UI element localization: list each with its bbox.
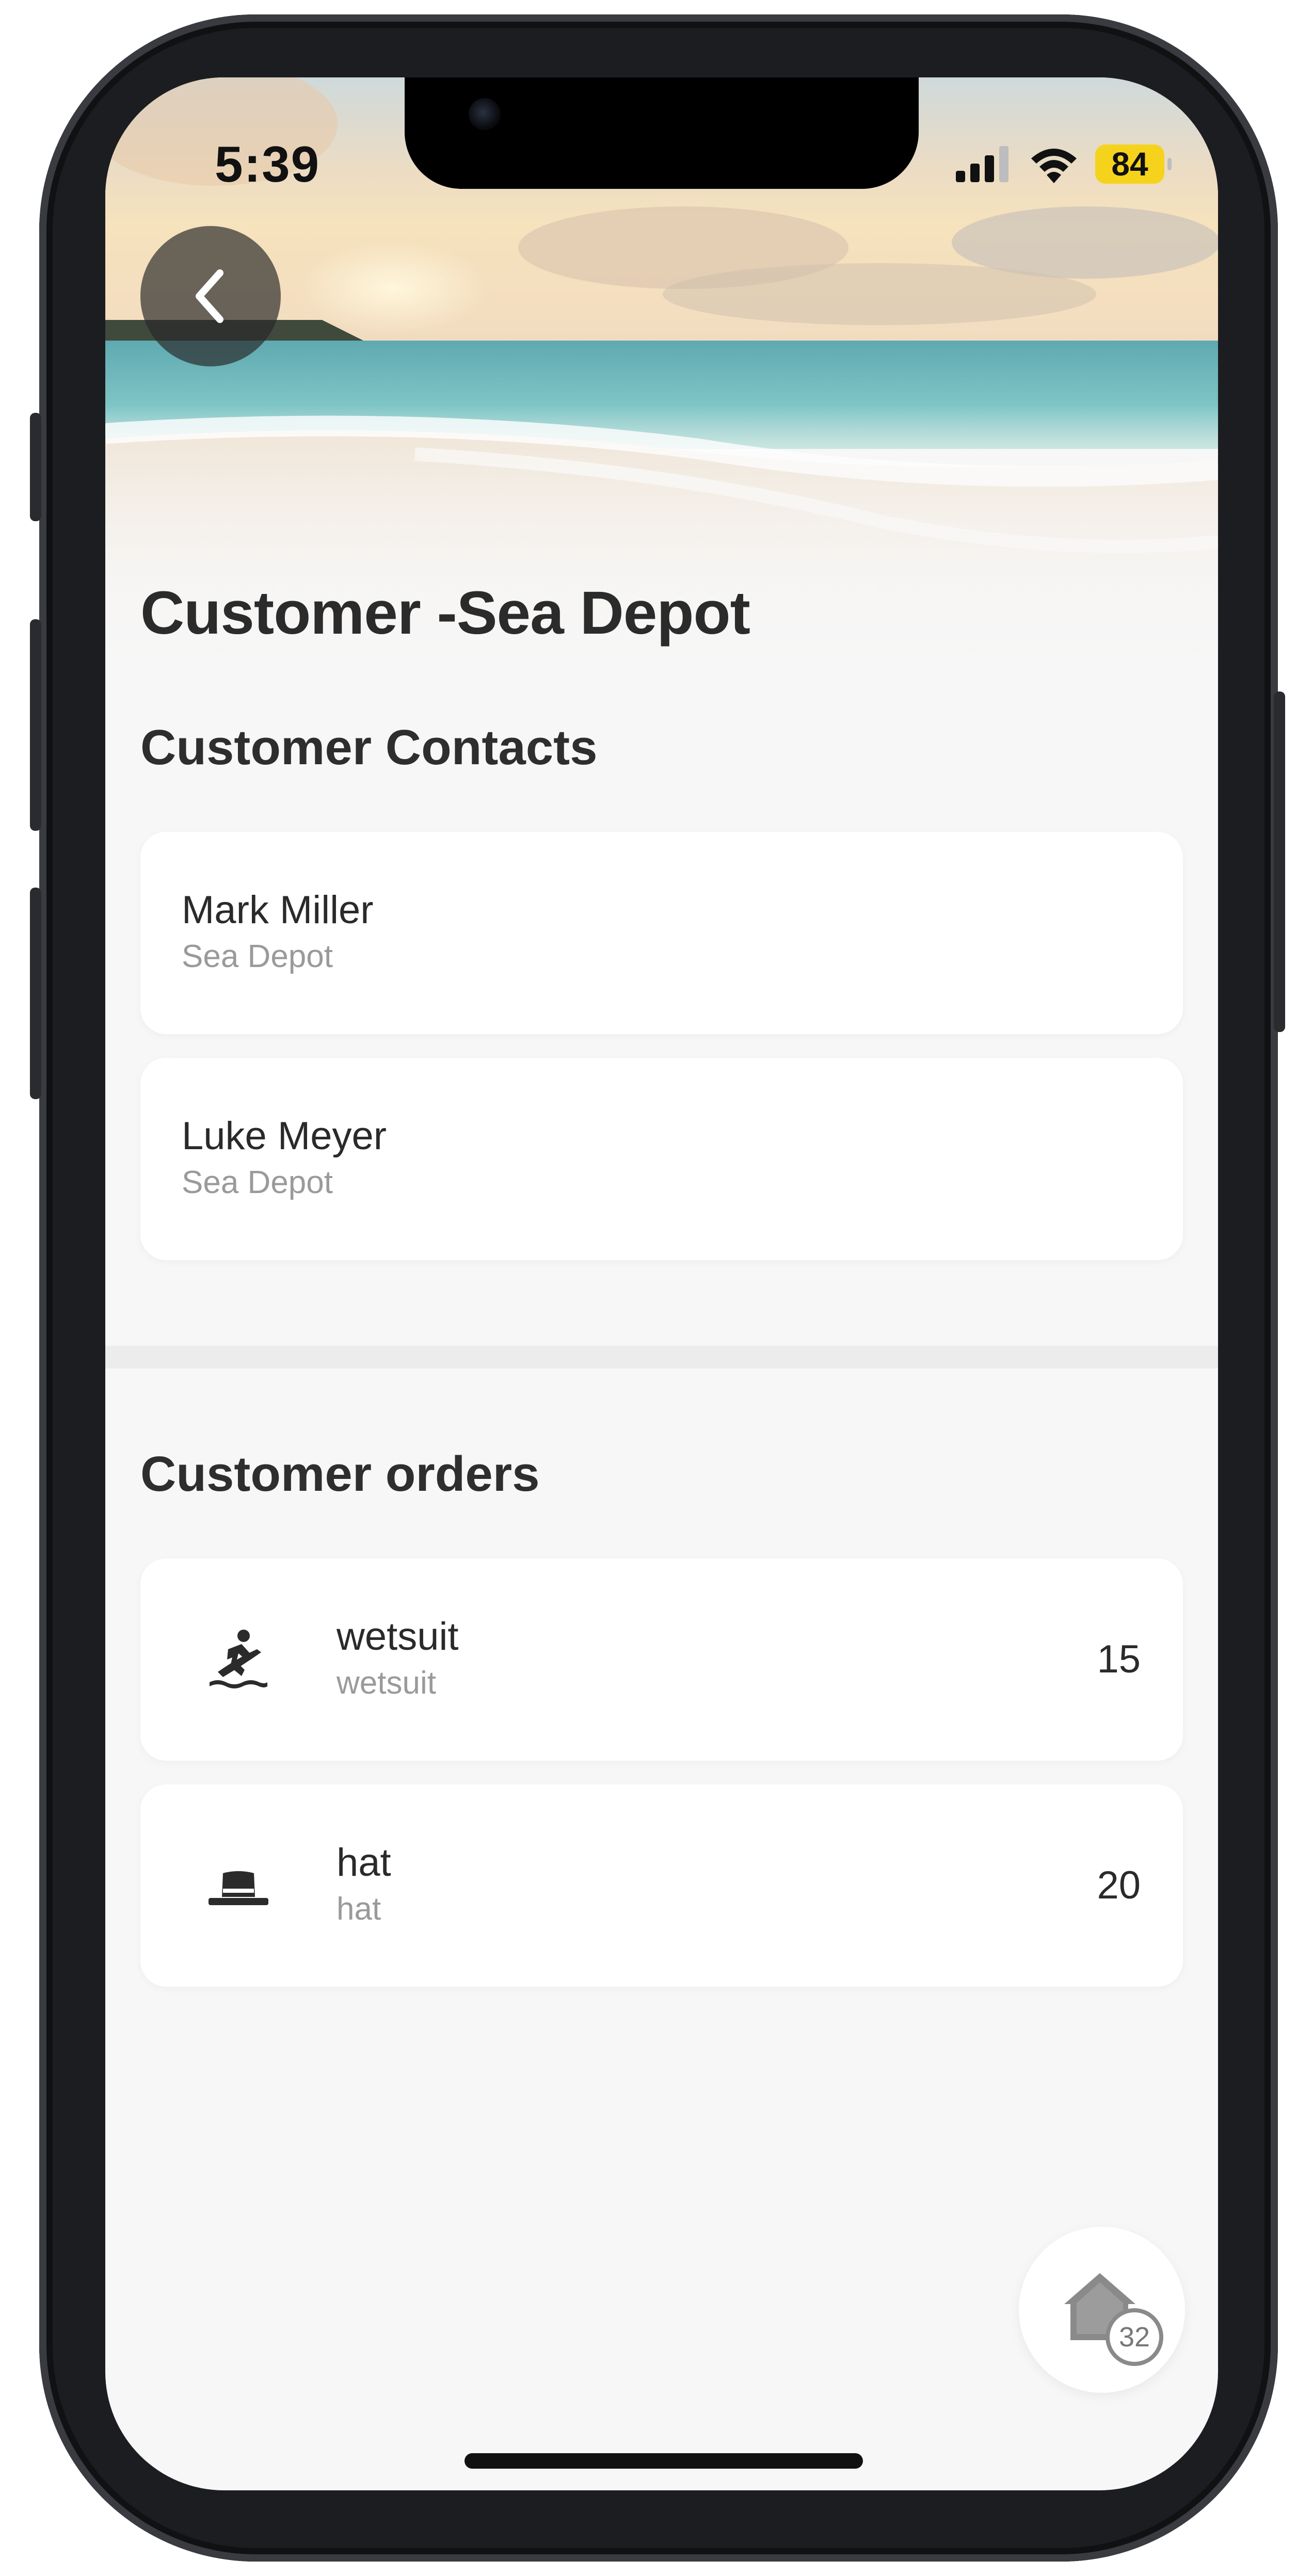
contact-company: Sea Depot [182, 1165, 333, 1200]
volume-up-button [30, 619, 41, 831]
front-camera [469, 98, 501, 130]
surfing-icon [210, 1630, 267, 1688]
contact-card[interactable]: Luke Meyer Sea Depot [140, 1058, 1183, 1260]
order-item-subtitle: hat [337, 1891, 381, 1927]
app-screen: 5:39 84 Customer -Sea Depot Customer Con… [105, 77, 1218, 2490]
device-notch [405, 77, 919, 189]
page-title: Customer -Sea Depot [140, 579, 750, 647]
hat-icon [209, 1871, 268, 1905]
battery-indicator: 84 [1095, 144, 1172, 184]
power-button [1274, 691, 1285, 1032]
orders-section-title: Customer orders [140, 1446, 540, 1502]
status-time: 5:39 [215, 136, 321, 192]
contacts-section-title: Customer Contacts [140, 720, 598, 775]
order-item-name: hat [337, 1841, 391, 1885]
contact-company: Sea Depot [182, 939, 333, 974]
home-badge: 32 [1106, 2308, 1163, 2366]
home-fab-button[interactable]: 32 [1019, 2227, 1185, 2393]
battery-level: 84 [1111, 146, 1148, 183]
contact-card[interactable]: Mark Miller Sea Depot [140, 832, 1183, 1034]
order-card[interactable]: hat hat 20 [140, 1784, 1183, 1987]
chevron-left-icon [196, 269, 223, 323]
order-item-subtitle: wetsuit [337, 1665, 436, 1701]
back-button[interactable] [140, 226, 281, 366]
order-quantity: 20 [1097, 1863, 1141, 1907]
contact-name: Mark Miller [182, 888, 374, 932]
order-quantity: 15 [1097, 1637, 1141, 1681]
wifi-icon [1031, 149, 1077, 183]
home-indicator-bar[interactable] [465, 2453, 863, 2469]
contact-name: Luke Meyer [182, 1114, 387, 1158]
silent-switch [30, 413, 41, 521]
status-icons: 84 [956, 142, 1172, 186]
order-item-name: wetsuit [337, 1615, 459, 1659]
cellular-signal-icon [956, 146, 1008, 182]
volume-down-button [30, 888, 41, 1099]
order-card[interactable]: wetsuit wetsuit 15 [140, 1558, 1183, 1761]
section-divider [105, 1346, 1218, 1369]
